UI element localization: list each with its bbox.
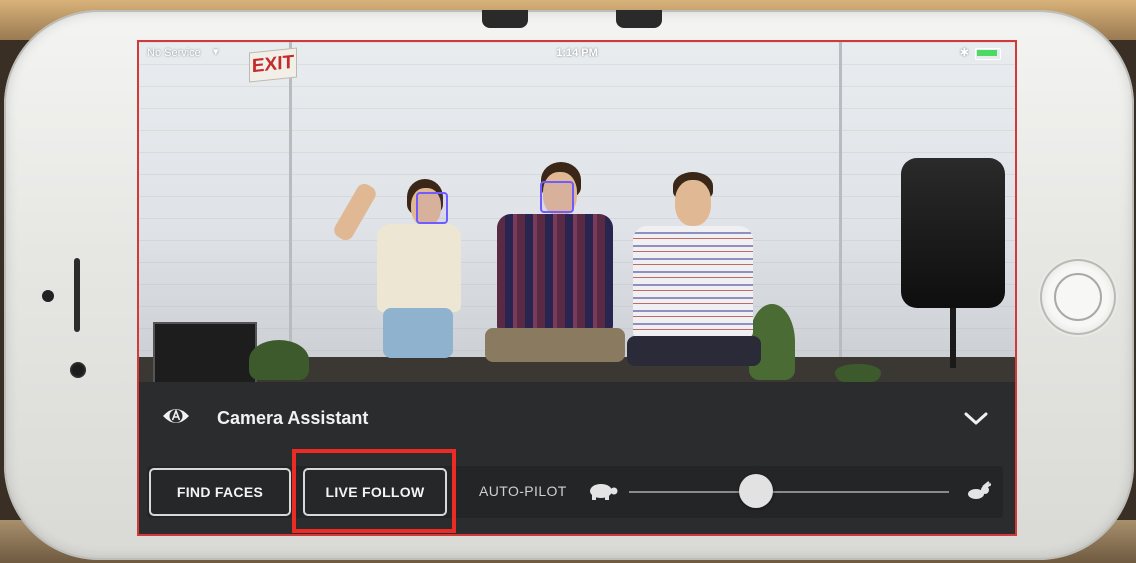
home-button[interactable] — [1040, 259, 1116, 335]
speaker-stand — [950, 308, 956, 368]
earpiece-speaker — [74, 258, 80, 332]
panel-header[interactable]: Camera Assistant — [139, 382, 1015, 454]
wall-pipe — [839, 42, 842, 382]
chevron-down-icon[interactable] — [963, 406, 989, 430]
camera-viewfinder[interactable]: EXIT No Service ▾ 1:14 PM ✱ — [139, 42, 1015, 382]
proximity-sensor — [42, 290, 54, 302]
app-screen: EXIT No Service ▾ 1:14 PM ✱ Camera Assis… — [137, 40, 1017, 536]
status-time: 1:14 PM — [556, 47, 598, 59]
laptop — [153, 322, 257, 382]
front-camera — [70, 362, 86, 378]
home-button-ring — [1054, 273, 1102, 321]
camera-assistant-panel: Camera Assistant FIND FACES LIVE FOLLOW … — [139, 382, 1015, 534]
plant — [835, 364, 881, 382]
speed-slider-handle[interactable] — [739, 474, 773, 508]
turtle-icon — [590, 484, 618, 500]
speed-slider-track[interactable] — [629, 491, 949, 493]
mount-clip — [482, 10, 528, 28]
eye-icon — [163, 408, 189, 423]
highlight-box — [292, 449, 456, 533]
wall-pipe — [289, 42, 292, 382]
face-detection-box — [540, 181, 574, 213]
plant — [249, 340, 309, 380]
panel-title: Camera Assistant — [217, 408, 369, 428]
mount-clip — [616, 10, 662, 28]
mode-controls: FIND FACES LIVE FOLLOW AUTO-PILOT — [147, 466, 1003, 518]
auto-pilot-label: AUTO-PILOT — [479, 483, 567, 499]
rabbit-icon — [968, 481, 991, 499]
battery-icon — [975, 48, 1001, 60]
pa-speaker — [901, 158, 1005, 308]
bluetooth-icon: ✱ — [959, 47, 969, 59]
find-faces-button[interactable]: FIND FACES — [149, 468, 291, 516]
status-bar: No Service ▾ 1:14 PM ✱ — [139, 42, 1015, 64]
face-detection-box — [416, 192, 448, 224]
